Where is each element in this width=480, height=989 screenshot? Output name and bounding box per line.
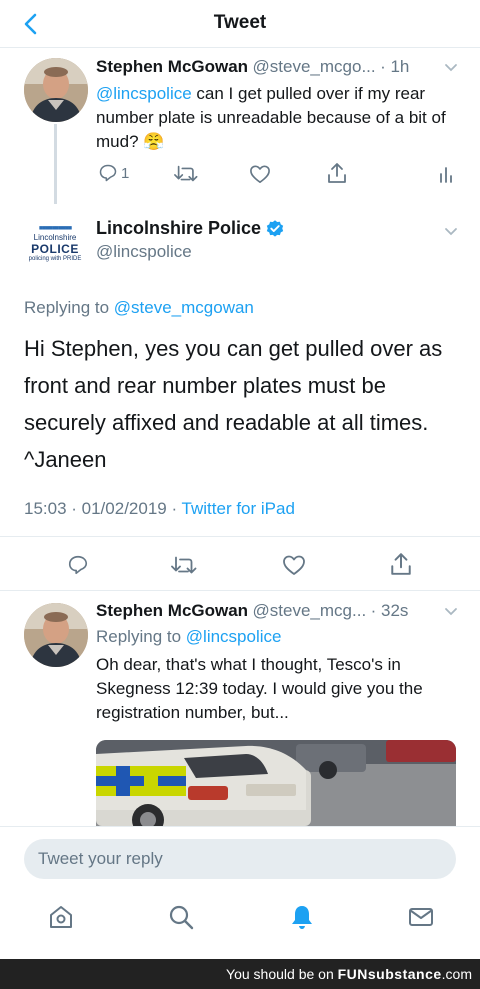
logo-sub-text: policing with PRIDE <box>28 255 82 262</box>
retweet-icon[interactable] <box>171 555 197 576</box>
tweet2-source[interactable]: Twitter for iPad <box>182 499 295 518</box>
share-icon[interactable] <box>327 162 347 184</box>
tweet2-timestamp: 15:03 · 01/02/2019 · <box>24 499 182 518</box>
tweet1-text: @lincspolice can I get pulled over if my… <box>96 82 456 154</box>
thread-connector-line <box>54 124 57 204</box>
tweet1-reply-count: 1 <box>121 164 130 182</box>
avatar-image <box>24 603 88 667</box>
tweet3-author-name[interactable]: Stephen McGowan <box>96 601 248 620</box>
tweet3-author-handle[interactable]: @steve_mcg... <box>253 601 367 620</box>
tweet1-time: · 1h <box>380 57 410 76</box>
retweet-icon[interactable] <box>174 164 198 184</box>
tweet1-author-name[interactable]: Stephen McGowan <box>96 57 248 76</box>
home-icon[interactable] <box>47 903 75 931</box>
tweet2-text: Hi Stephen, yes you can get pulled over … <box>24 336 443 472</box>
share-icon[interactable] <box>390 552 412 576</box>
logo-main-text: POLICE <box>31 241 79 256</box>
replying-prefix: Replying to <box>24 298 114 317</box>
chevron-down-icon[interactable] <box>444 607 458 617</box>
analytics-icon[interactable] <box>438 165 454 183</box>
watermark-footer: You should be on FUNsubstance.com <box>0 959 480 989</box>
tweet2-author-name[interactable]: Lincolnshire Police <box>96 218 261 239</box>
tweet2-replying-handle[interactable]: @steve_mcgowan <box>114 298 254 317</box>
avatar-image <box>24 58 88 122</box>
watermark-prefix: You should be on <box>226 966 338 982</box>
avatar-stephen[interactable] <box>24 58 88 122</box>
chevron-down-icon[interactable] <box>444 227 458 237</box>
logo-chequer-band: ■■■■■■■■■■ <box>38 224 72 232</box>
lincolnshire-police-logo[interactable]: ■■■■■■■■■■ Lincolnshire POLICE policing … <box>24 218 86 268</box>
tweet1-mention[interactable]: @lincspolice <box>96 84 192 103</box>
watermark-brand: FUNsubstance <box>337 966 442 982</box>
watermark-text: You should be on FUNsubstance.com <box>226 966 472 982</box>
page-title: Tweet <box>213 12 267 33</box>
divider <box>0 590 480 591</box>
reply-input[interactable] <box>24 839 456 879</box>
tweet3-photo[interactable] <box>96 740 456 826</box>
tweet2-replying-to: Replying to @steve_mcgowan <box>24 298 254 318</box>
messages-icon[interactable] <box>407 903 435 931</box>
reply-bar <box>0 826 480 889</box>
tweet1-reply-action[interactable]: 1 <box>98 163 129 183</box>
tweet3-replying-handle[interactable]: @lincspolice <box>186 627 282 646</box>
tweet2-meta: 15:03 · 01/02/2019 · Twitter for iPad <box>24 499 295 519</box>
avatar-stephen[interactable] <box>24 603 88 667</box>
reply-icon <box>99 164 117 182</box>
top-bar: Tweet <box>0 0 480 48</box>
bottom-navigation <box>0 889 480 959</box>
replying-prefix: Replying to <box>96 627 186 646</box>
reply-icon[interactable] <box>66 554 90 576</box>
tweet3-time: · 32s <box>370 601 409 620</box>
search-icon[interactable] <box>167 903 195 931</box>
police-car-photo <box>96 740 456 826</box>
notifications-icon[interactable] <box>288 903 316 931</box>
chevron-down-icon[interactable] <box>444 63 458 73</box>
tweet1-header: Stephen McGowan @steve_mcgo... · 1h <box>96 57 409 77</box>
logo-top-text: Lincolnshire <box>33 232 77 242</box>
verified-badge-icon <box>266 220 284 237</box>
tweet3-text: Oh dear, that's what I thought, Tesco's … <box>96 655 423 722</box>
tweet3-replying-to: Replying to @lincspolice <box>96 627 281 647</box>
tweet3-header: Stephen McGowan @steve_mcg... · 32s <box>96 601 408 621</box>
divider <box>0 536 480 537</box>
tweet1-author-handle[interactable]: @steve_mcgo... <box>253 57 376 76</box>
like-icon[interactable] <box>282 554 306 576</box>
tweet2-author-handle[interactable]: @lincspolice <box>96 242 192 262</box>
watermark-suffix: .com <box>441 966 472 982</box>
like-icon[interactable] <box>249 164 271 184</box>
